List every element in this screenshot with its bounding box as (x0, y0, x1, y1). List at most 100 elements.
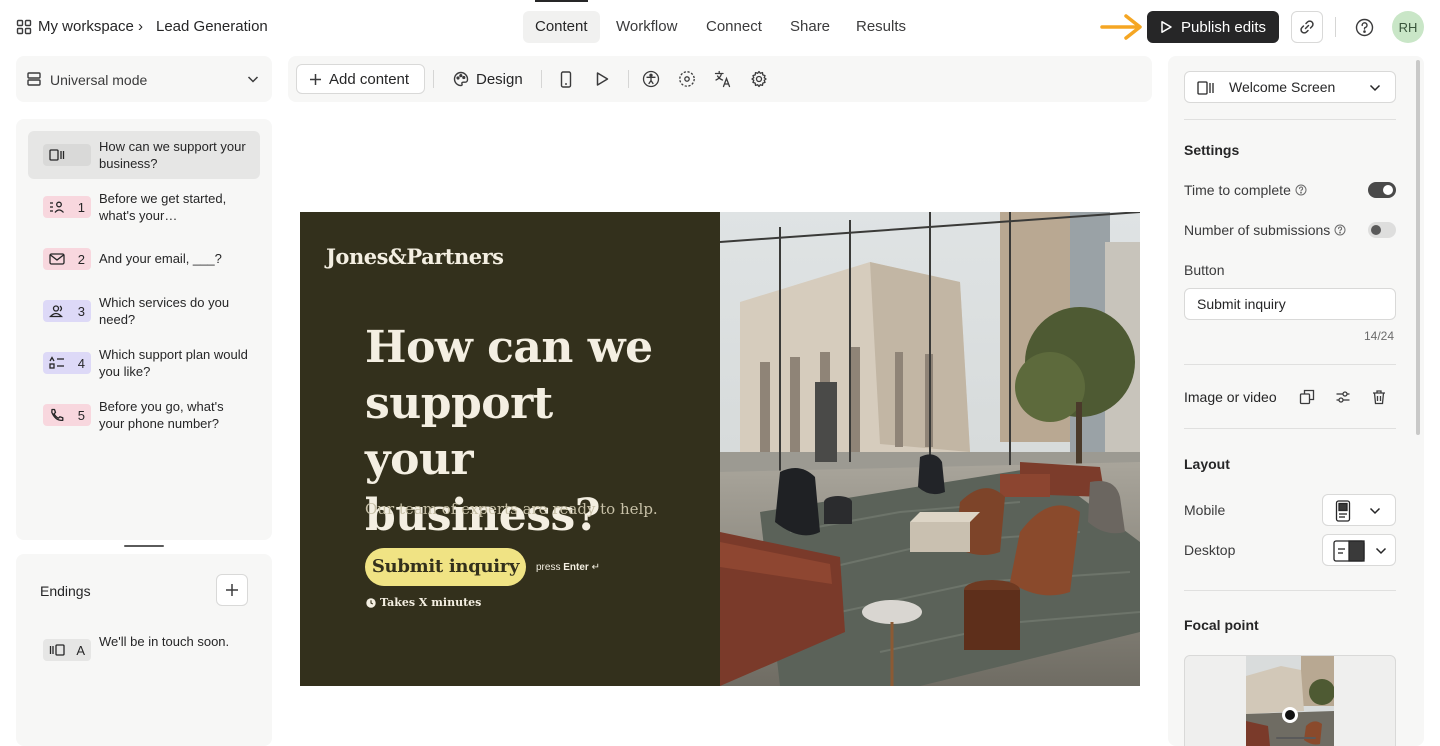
ranking-icon (49, 356, 65, 370)
chevron-down-icon (1369, 83, 1381, 93)
image-video-heading: Image or video (1184, 389, 1277, 405)
section-divider (1184, 119, 1396, 120)
tab-connect[interactable]: Connect (694, 11, 774, 43)
focal-point-picker[interactable] (1184, 655, 1396, 746)
tab-share[interactable]: Share (778, 11, 842, 43)
logic-icon[interactable] (678, 70, 696, 88)
settings-heading: Settings (1184, 142, 1240, 158)
copy-link-button[interactable] (1291, 11, 1323, 43)
ending-item[interactable]: A We'll be in touch soon. (28, 626, 260, 674)
question-text: Which services do you need? (99, 295, 230, 327)
header-divider (1335, 17, 1336, 37)
ending-screen-icon (49, 643, 65, 657)
focal-point-heading: Focal point (1184, 617, 1259, 633)
preview-content-panel: Jones&Partners How can we support your b… (300, 212, 720, 686)
add-content-label: Add content (329, 70, 410, 88)
question-badge: 2 (43, 248, 91, 270)
welcome-screen-preview[interactable]: Jones&Partners How can we support your b… (300, 212, 1140, 686)
toolbar-divider (541, 70, 542, 88)
trash-icon[interactable] (1370, 388, 1388, 406)
info-icon[interactable] (1334, 224, 1346, 236)
replace-media-icon[interactable] (1298, 388, 1316, 406)
submit-inquiry-button[interactable]: Submit inquiry (365, 548, 526, 586)
resize-handle[interactable] (124, 545, 164, 547)
question-badge (43, 144, 91, 166)
toolbar-divider (433, 70, 434, 88)
panel-scrollbar[interactable] (1416, 60, 1420, 435)
add-content-button[interactable]: Add content (296, 64, 425, 94)
chevron-down-icon (1369, 506, 1381, 516)
press-enter-hint: press Enter ↵ (536, 562, 600, 573)
tab-content[interactable]: Content (523, 0, 600, 43)
plus-icon (225, 583, 239, 597)
breadcrumb-separator: › (138, 18, 143, 35)
focal-point-handle[interactable] (1282, 707, 1298, 723)
welcome-subtext[interactable]: Our team of experts are ready to help. (365, 500, 685, 518)
avatar[interactable]: RH (1392, 11, 1424, 43)
resize-handle[interactable] (1276, 737, 1316, 739)
section-divider (1184, 590, 1396, 591)
time-to-complete-label: Time to complete (1184, 182, 1307, 198)
question-item[interactable]: 5 Before you go, what's your phone numbe… (28, 391, 260, 439)
chevron-down-icon (1375, 546, 1387, 556)
question-item[interactable]: 3 Which services do you need? (28, 287, 260, 335)
adjust-media-icon[interactable] (1334, 388, 1352, 406)
breadcrumb-workspace[interactable]: My workspace (38, 18, 134, 35)
ending-text: We'll be in touch soon. (99, 634, 230, 649)
number-of-submissions-label: Number of submissions (1184, 222, 1346, 238)
publish-label: Publish edits (1181, 18, 1267, 36)
mode-select[interactable]: Universal mode (16, 56, 272, 102)
plus-icon (309, 73, 322, 86)
ending-badge: A (43, 639, 91, 661)
number-of-submissions-toggle[interactable] (1368, 222, 1396, 238)
play-icon (1159, 20, 1173, 34)
toolbar-divider (628, 70, 629, 88)
tab-results[interactable]: Results (844, 11, 918, 43)
question-item[interactable]: 1 Before we get started, what's your… (28, 183, 260, 231)
question-item[interactable]: How can we support your business? (28, 131, 260, 179)
mobile-preview-icon[interactable] (556, 70, 576, 88)
help-icon[interactable] (1354, 17, 1374, 37)
lobby-photo (720, 212, 1140, 686)
info-icon[interactable] (1295, 184, 1307, 196)
editor-toolbar: Add content Design (288, 56, 1152, 102)
question-text: Which support plan would you like? (99, 347, 248, 379)
phone-icon (49, 408, 65, 422)
desktop-layout-select[interactable] (1322, 534, 1396, 566)
focal-point-thumbnail (1246, 656, 1334, 746)
accessibility-icon[interactable] (642, 70, 660, 88)
mode-label: Universal mode (50, 72, 148, 88)
mode-icon (27, 72, 41, 86)
question-badge: 4 (43, 352, 91, 374)
welcome-screen-icon (1197, 80, 1215, 96)
question-item[interactable]: 2 And your email, ___? (28, 235, 260, 283)
gear-icon[interactable] (750, 70, 768, 88)
translate-icon[interactable] (714, 70, 732, 88)
preview-play-icon[interactable] (593, 70, 611, 88)
question-item[interactable]: 4 Which support plan would you like? (28, 339, 260, 387)
publish-edits-button[interactable]: Publish edits (1147, 11, 1279, 43)
screen-type-select[interactable]: Welcome Screen (1184, 71, 1396, 103)
endings-title: Endings (40, 583, 91, 599)
character-count: 14/24 (1364, 329, 1395, 343)
question-text: Before you go, what's your phone number? (99, 399, 224, 431)
design-button[interactable]: Design (443, 64, 523, 94)
add-ending-button[interactable] (216, 574, 248, 606)
question-text: Before we get started, what's your… (99, 191, 227, 223)
clock-icon (366, 597, 376, 608)
email-icon (49, 252, 65, 266)
apps-grid-icon[interactable] (16, 19, 32, 35)
question-text: And your email, ___? (99, 251, 222, 266)
question-badge: 5 (43, 404, 91, 426)
tab-workflow[interactable]: Workflow (604, 11, 689, 43)
chevron-down-icon (247, 74, 259, 84)
question-text: How can we support your business? (99, 139, 246, 171)
button-text-input[interactable] (1184, 288, 1396, 320)
palette-icon (453, 71, 469, 87)
breadcrumb-form-name[interactable]: Lead Generation (156, 18, 268, 35)
time-to-complete-toggle[interactable] (1368, 182, 1396, 198)
questions-panel: How can we support your business? 1 Befo… (16, 119, 272, 540)
welcome-screen-icon (49, 148, 65, 162)
mobile-layout-select[interactable] (1322, 494, 1396, 526)
link-icon (1299, 19, 1315, 35)
